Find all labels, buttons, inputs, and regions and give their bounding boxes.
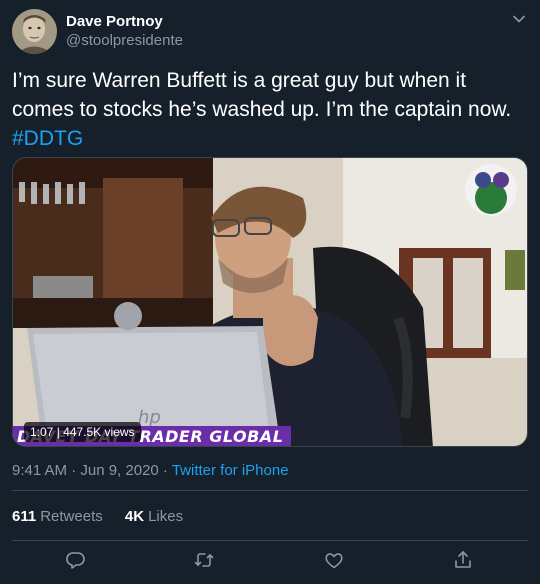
divider <box>12 490 528 491</box>
caret-down-icon[interactable] <box>510 10 528 28</box>
likes-label: Likes <box>148 508 184 525</box>
tweet-source-link[interactable]: Twitter for iPhone <box>172 462 289 479</box>
tweet-body: I’m sure Warren Buffett is a great guy b… <box>12 69 512 121</box>
video-views: 447.5K views <box>63 425 135 439</box>
reply-icon[interactable] <box>65 549 87 571</box>
video-duration: 1:07 <box>30 425 54 439</box>
author-display-name[interactable]: Dave Portnoy <box>66 13 163 30</box>
retweets-stat[interactable]: 611 Retweets <box>12 508 103 525</box>
meta-separator: · <box>158 462 172 479</box>
likes-count: 4K <box>124 508 145 525</box>
tweet-timestamp[interactable]: 9:41 AM · Jun 9, 2020 <box>12 462 159 479</box>
divider <box>12 540 528 541</box>
retweets-count: 611 <box>12 508 37 525</box>
likes-stat[interactable]: 4K Likes <box>125 508 183 525</box>
hashtag-link[interactable]: #DDTG <box>12 127 83 150</box>
video-duration-badge: 1:07 | 447.5K views <box>24 422 141 442</box>
share-icon[interactable] <box>452 549 474 571</box>
avatar-image <box>12 9 57 54</box>
svg-text:hp: hp <box>138 407 161 428</box>
like-icon[interactable] <box>323 549 345 571</box>
retweet-icon[interactable] <box>193 549 215 571</box>
avatar[interactable] <box>12 9 57 54</box>
video-frame: hp <box>13 158 527 446</box>
tweet-meta: 9:41 AM · Jun 9, 2020 · Twitter for iPho… <box>12 462 289 479</box>
author-handle[interactable]: @stoolpresidente <box>66 32 183 49</box>
retweets-label: Retweets <box>40 508 103 525</box>
tweet-card: Dave Portnoy @stoolpresidente I’m sure W… <box>0 0 540 584</box>
engagement-stats: 611 Retweets 4K Likes <box>12 508 201 525</box>
video-player[interactable]: hp DAVEY DAY TRADER GLOBAL 1:07 | 447.5K… <box>12 157 528 447</box>
tweet-text: I’m sure Warren Buffett is a great guy b… <box>12 66 522 153</box>
